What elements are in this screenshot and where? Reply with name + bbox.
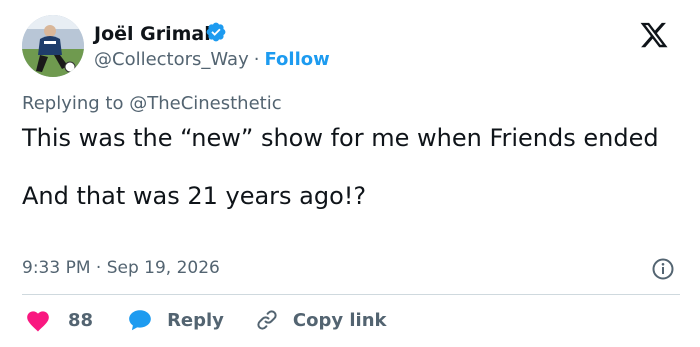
heart-icon [27,311,49,332]
avatar[interactable] [22,15,84,77]
reply-bubble-icon [129,310,151,331]
action-bar: 88 Reply Copy link [22,306,387,334]
timestamp[interactable]: 9:33 PM · Sep 19, 2026 [22,257,220,279]
reply-context: Replying to @TheCinesthetic [22,92,282,116]
follow-button[interactable]: Follow [264,49,329,70]
x-logo-icon[interactable] [634,20,674,50]
link-icon [257,310,277,330]
reply-context-handle[interactable]: @TheCinesthetic [129,93,281,114]
reply-label: Reply [167,309,224,331]
like-button[interactable]: 88 [25,308,93,332]
author-meta: @Collectors_Way · Follow [94,48,330,72]
meta-separator: · [253,49,260,70]
info-icon[interactable] [651,257,675,281]
reply-button[interactable]: Reply [127,308,224,332]
divider [22,294,680,295]
author-name[interactable]: Joël Grimal [94,22,211,46]
like-count: 88 [68,309,94,331]
reply-context-prefix: Replying to [22,93,124,114]
copy-link-button[interactable]: Copy link [254,308,387,332]
tweet-text: This was the “new” show for me when Frie… [22,124,662,211]
tweet-paragraph: This was the “new” show for me when Frie… [22,124,659,152]
author-handle[interactable]: @Collectors_Way [94,49,249,70]
timestamp-separator: · [95,258,102,278]
timestamp-date: Sep 19, 2026 [106,258,220,278]
verified-badge-icon [206,22,226,42]
timestamp-time: 9:33 PM [22,258,91,278]
tweet-paragraph: And that was 21 years ago!? [22,182,367,210]
copy-link-label: Copy link [292,309,387,331]
